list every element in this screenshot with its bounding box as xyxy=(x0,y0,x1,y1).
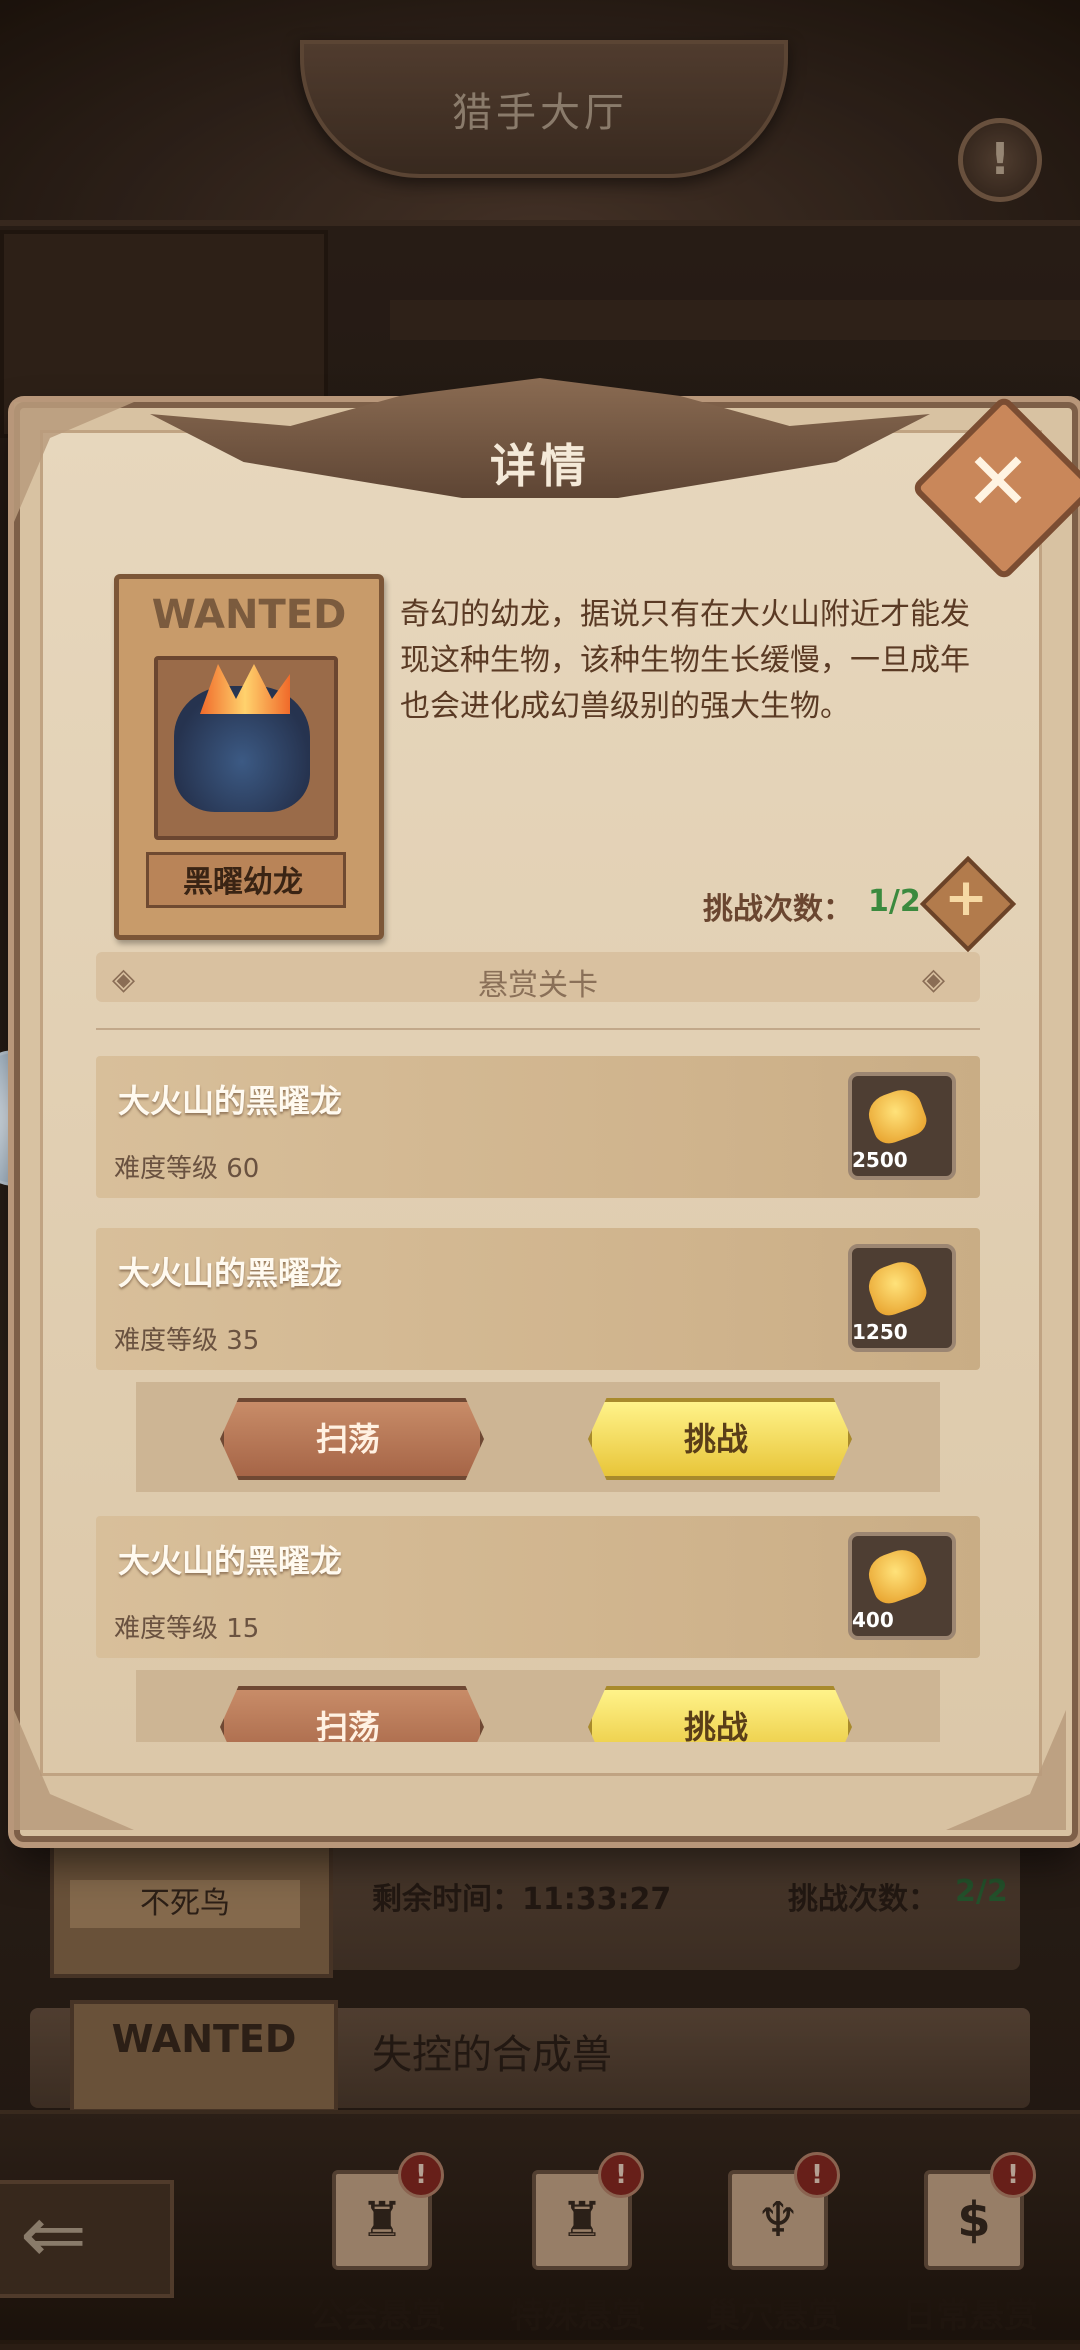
challenge-label: 挑战 xyxy=(683,1708,748,1742)
stage-level: 难度等级 35 xyxy=(114,1326,260,1356)
stage-actions: 扫荡 挑战 xyxy=(136,1670,940,1742)
stage-actions: 扫荡 挑战 xyxy=(136,1382,940,1492)
monster-name: 黑曜幼龙 xyxy=(183,865,303,900)
stage-row[interactable]: 大火山的黑曜龙 难度等级 15 400 xyxy=(96,1516,980,1658)
stage-name: 大火山的黑曜龙 xyxy=(118,1542,343,1580)
stage-level: 难度等级 15 xyxy=(114,1614,260,1644)
wanted-heading: WANTED xyxy=(151,592,347,638)
sweep-label: 扫荡 xyxy=(315,1420,380,1458)
reward-quantity: 2500 xyxy=(852,1148,908,1172)
stage-level: 难度等级 60 xyxy=(114,1154,260,1184)
stage-row[interactable]: 大火山的黑曜龙 难度等级 60 2500 xyxy=(96,1056,980,1198)
challenge-count-label: 挑战次数： xyxy=(703,892,853,927)
stage-row[interactable]: 大火山的黑曜龙 难度等级 35 1250 xyxy=(96,1228,980,1370)
modal-title: 详情 xyxy=(490,439,590,493)
divider xyxy=(96,1028,980,1030)
sweep-label: 扫荡 xyxy=(315,1708,380,1742)
challenge-label: 挑战 xyxy=(683,1420,748,1458)
reward-quantity: 1250 xyxy=(852,1320,908,1344)
monster-description: 奇幻的幼龙，据说只有在大火山附近才能发现这种生物，该种生物生长缓慢，一旦成年也会… xyxy=(400,597,970,724)
stage-name: 大火山的黑曜龙 xyxy=(118,1082,343,1120)
close-icon: ✕ xyxy=(964,435,1032,528)
stage-list[interactable]: 大火山的黑曜龙 难度等级 60 2500 大火山的黑曜龙 难度等级 35 125… xyxy=(96,1056,980,1742)
plus-icon: + xyxy=(944,868,988,928)
stage-name: 大火山的黑曜龙 xyxy=(118,1254,343,1292)
challenge-count-value: 1/2 xyxy=(868,884,921,919)
section-title: 悬赏关卡 xyxy=(478,968,598,1003)
reward-quantity: 400 xyxy=(852,1608,894,1632)
